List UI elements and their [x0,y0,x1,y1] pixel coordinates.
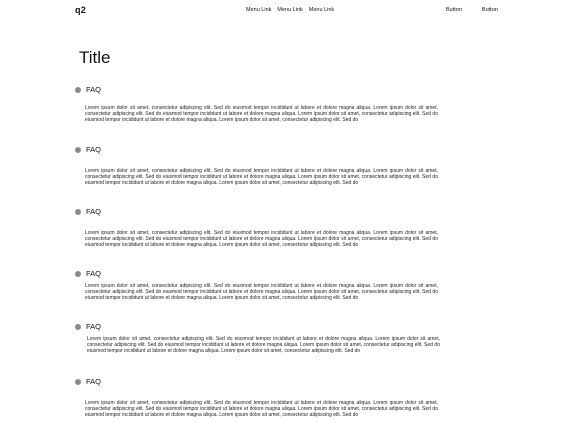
bullet-icon [75,323,81,330]
logo[interactable]: q2 [75,5,86,15]
faq-item: FAQ Lorem ipsum dolor sit amet, consecte… [75,377,445,419]
faq-header[interactable]: FAQ [75,322,445,331]
header-button-2[interactable]: Button [482,7,498,13]
header-buttons: Button Button [446,7,498,13]
header-button-1[interactable]: Button [446,7,462,13]
faq-item: FAQ Lorem ipsum dolor sit amet, consecte… [75,269,445,302]
faq-answer: Lorem ipsum dolor sit amet, consectetur … [85,168,438,187]
bullet-icon [75,86,81,93]
faq-item: FAQ Lorem ipsum dolor sit amet, consecte… [75,85,445,124]
menu-link-1[interactable]: Menu Link [246,7,271,13]
faq-answer: Lorem ipsum dolor sit amet, consectetur … [85,105,438,124]
faq-answer: Lorem ipsum dolor sit amet, consectetur … [85,283,438,302]
faq-label: FAQ [86,377,102,386]
faq-answer: Lorem ipsum dolor sit amet, consectetur … [87,336,440,355]
page: q2 Menu Link Menu Link Menu Link Button … [0,0,583,423]
faq-item: FAQ Lorem ipsum dolor sit amet, consecte… [75,207,445,249]
faq-header[interactable]: FAQ [75,377,445,386]
faq-item: FAQ Lorem ipsum dolor sit amet, consecte… [75,145,445,187]
faq-item: FAQ Lorem ipsum dolor sit amet, consecte… [75,322,445,355]
faq-header[interactable]: FAQ [75,207,445,216]
bullet-icon [75,270,81,277]
faq-label: FAQ [86,322,102,331]
faq-header[interactable]: FAQ [75,269,445,278]
faq-answer: Lorem ipsum dolor sit amet, consectetur … [85,230,438,249]
menu-link-2[interactable]: Menu Link [277,7,302,13]
faq-answer: Lorem ipsum dolor sit amet, consectetur … [85,400,438,419]
faq-header[interactable]: FAQ [75,145,445,154]
menu-links: Menu Link Menu Link Menu Link [246,7,334,13]
faq-label: FAQ [86,207,102,216]
faq-label: FAQ [86,85,102,94]
faq-label: FAQ [86,269,102,278]
faq-label: FAQ [86,145,102,154]
top-navigation: q2 Menu Link Menu Link Menu Link Button … [0,0,583,22]
bullet-icon [75,378,81,385]
menu-link-3[interactable]: Menu Link [309,7,334,13]
faq-header[interactable]: FAQ [75,85,445,94]
bullet-icon [75,208,81,215]
page-title: Title [79,48,111,67]
bullet-icon [75,146,81,153]
